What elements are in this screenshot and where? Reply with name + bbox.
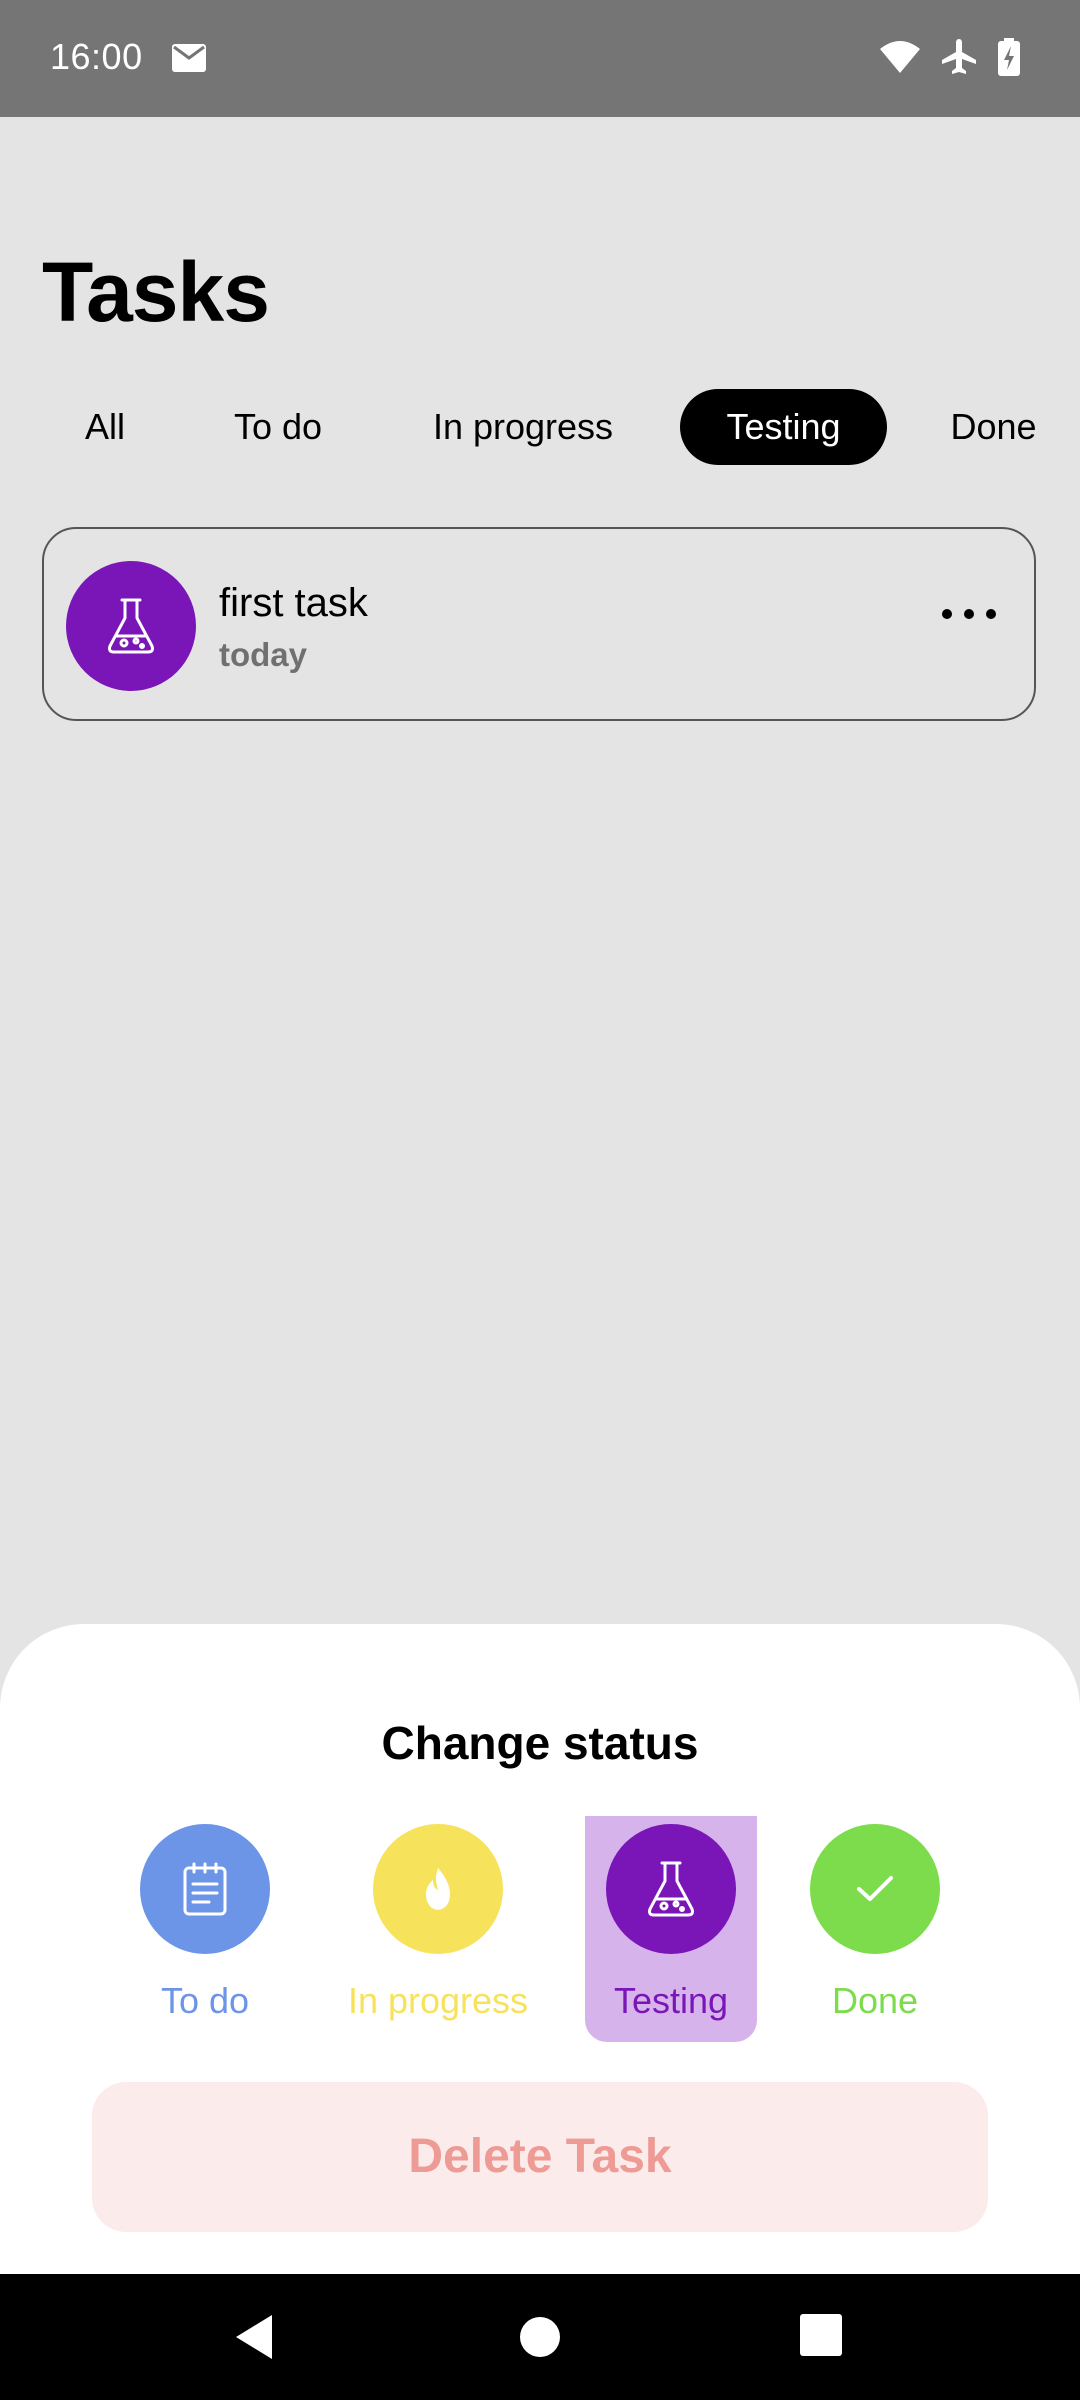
airplane-icon	[942, 39, 976, 80]
delete-task-button[interactable]: Delete Task	[92, 2082, 988, 2232]
more-options-icon[interactable]	[942, 609, 996, 619]
page-title: Tasks	[42, 245, 270, 339]
wifi-icon	[880, 41, 920, 78]
flame-icon	[373, 1824, 503, 1954]
status-label-testing: Testing	[613, 1980, 729, 2021]
change-status-sheet: Change status To do In progress Testing …	[0, 1624, 1080, 2274]
status-time: 16:00	[50, 36, 143, 77]
task-card[interactable]: first task today	[42, 527, 1036, 721]
status-option-testing[interactable]: Testing	[585, 1816, 757, 2042]
home-icon[interactable]	[520, 2312, 560, 2367]
tab-done[interactable]: Done	[935, 389, 1052, 465]
tab-all[interactable]: All	[60, 389, 150, 465]
battery-charging-icon	[998, 38, 1020, 81]
status-option-in-progress[interactable]: In progress	[338, 1820, 538, 2050]
task-title: first task	[219, 581, 368, 625]
tab-testing[interactable]: Testing	[680, 389, 887, 465]
flask-icon	[66, 561, 196, 691]
sheet-title: Change status	[381, 1717, 699, 1769]
filter-tabs: All To do In progress Testing Done	[0, 389, 1080, 465]
status-option-to-do[interactable]: To do	[105, 1820, 305, 2050]
status-label-to-do: To do	[160, 1980, 250, 2021]
status-option-done[interactable]: Done	[775, 1820, 975, 2050]
status-label-done: Done	[831, 1980, 919, 2021]
mail-icon	[172, 44, 206, 77]
tab-in-progress[interactable]: In progress	[408, 389, 638, 465]
notepad-icon	[140, 1824, 270, 1954]
recents-icon[interactable]	[800, 2314, 842, 2361]
navigation-bar	[0, 2274, 1080, 2400]
tab-to-do[interactable]: To do	[208, 389, 348, 465]
flask-icon	[606, 1824, 736, 1954]
task-date: today	[219, 636, 308, 673]
back-icon[interactable]	[232, 2312, 276, 2367]
status-bar: 16:00	[0, 0, 1080, 117]
check-icon	[810, 1824, 940, 1954]
status-label-in-progress: In progress	[347, 1980, 529, 2021]
